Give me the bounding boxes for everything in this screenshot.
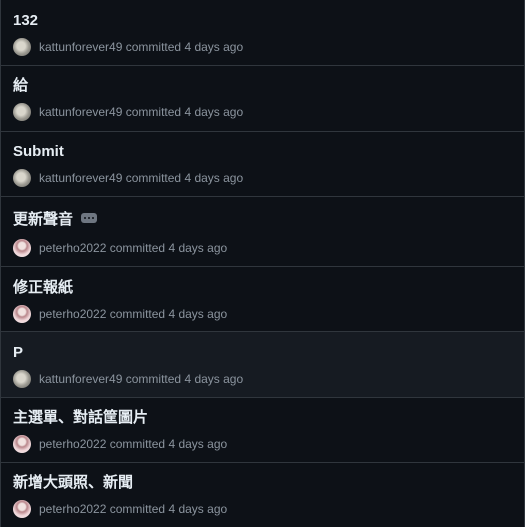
commit-list: 132 kattunforever49 committed 4 days ago… [0,0,525,527]
user-avatar[interactable] [13,38,31,56]
commit-row: 給 kattunforever49 committed 4 days ago [1,66,524,132]
ellipsis-icon [84,217,87,219]
commit-action-text: committed [125,105,182,119]
commit-row: 修正報紙 peterho2022 committed 4 days ago [1,267,524,332]
commit-author-link[interactable]: peterho2022 [39,501,106,517]
user-avatar[interactable] [13,103,31,121]
commit-author-link[interactable]: kattunforever49 [39,371,122,387]
commit-author-link[interactable]: kattunforever49 [39,104,122,120]
commit-row: 主選單、對話筐圖片 peterho2022 committed 4 days a… [1,398,524,463]
commit-author-link[interactable]: kattunforever49 [39,39,122,55]
commit-time: 4 days ago [168,437,228,451]
commit-author-link[interactable]: peterho2022 [39,240,106,256]
commit-row: 更新聲音 peterho2022 committed 4 days ago [1,197,524,267]
user-avatar[interactable] [13,435,31,453]
commit-action-text: committed [125,171,182,185]
commit-title-link[interactable]: 給 [13,76,28,96]
commit-title-link[interactable]: 132 [13,11,38,31]
show-description-button[interactable] [81,213,98,223]
commit-time: 4 days ago [168,307,228,321]
commit-title-link[interactable]: Submit [13,142,64,162]
commit-time: 4 days ago [168,241,228,255]
commit-action-text: committed [125,372,182,386]
commit-author-link[interactable]: kattunforever49 [39,170,122,186]
user-avatar[interactable] [13,370,31,388]
commit-action-text: committed [109,502,166,516]
ellipsis-icon [92,217,95,219]
user-avatar[interactable] [13,169,31,187]
commit-time: 4 days ago [184,171,244,185]
commit-time: 4 days ago [184,372,244,386]
commit-author-link[interactable]: peterho2022 [39,306,106,322]
commit-row: 132 kattunforever49 committed 4 days ago [1,0,524,66]
commit-time: 4 days ago [184,105,244,119]
commit-time: 4 days ago [184,40,244,54]
commit-action-text: committed [109,241,166,255]
commit-action-text: committed [109,437,166,451]
commit-title-link[interactable]: 修正報紙 [13,278,73,298]
commit-action-text: committed [109,307,166,321]
commit-row: 新增大頭照、新聞 peterho2022 committed 4 days ag… [1,463,524,527]
commit-title-link[interactable]: 更新聲音 [13,210,73,230]
user-avatar[interactable] [13,305,31,323]
commit-row: Submit kattunforever49 committed 4 days … [1,132,524,197]
commit-title-link[interactable]: P [13,343,23,363]
commit-author-link[interactable]: peterho2022 [39,436,106,452]
commit-title-link[interactable]: 主選單、對話筐圖片 [13,408,148,428]
commit-time: 4 days ago [168,502,228,516]
commit-row: P kattunforever49 committed 4 days ago [1,332,524,398]
user-avatar[interactable] [13,500,31,518]
ellipsis-icon [88,217,91,219]
commit-action-text: committed [125,40,182,54]
commit-title-link[interactable]: 新增大頭照、新聞 [13,473,133,493]
user-avatar[interactable] [13,239,31,257]
